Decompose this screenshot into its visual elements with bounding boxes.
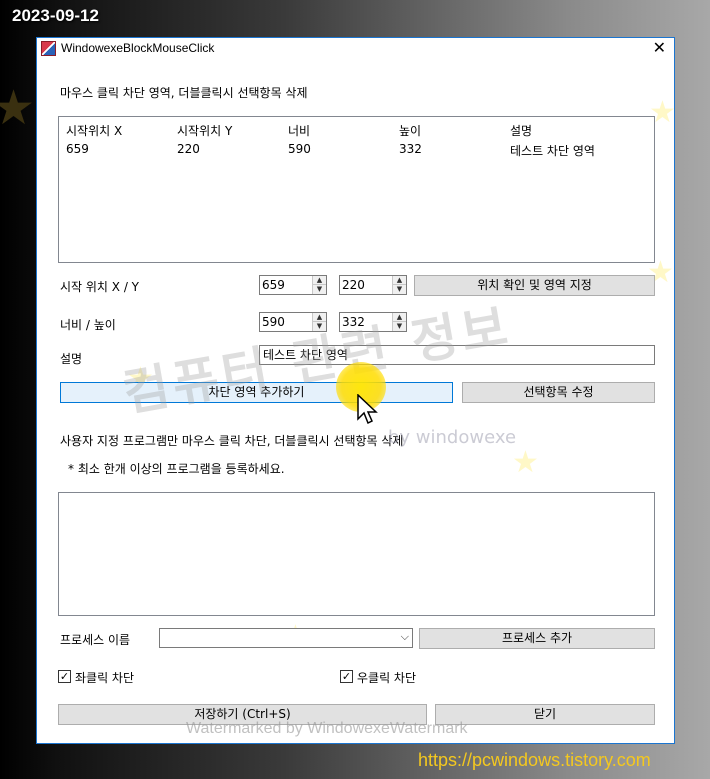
program-note: * 최소 한개 이상의 프로그램을 등록하세요.	[68, 462, 285, 476]
background-star-icon: ★	[0, 80, 36, 136]
add-process-button[interactable]: 프로세스 추가	[419, 628, 655, 649]
window-title: WindowexeBlockMouseClick	[61, 41, 215, 55]
column-header[interactable]: 설명	[510, 122, 532, 139]
table-cell[interactable]: 220	[177, 142, 200, 156]
spin-up-icon[interactable]: ▲	[313, 276, 326, 285]
spin-buttons: ▲ ▼	[392, 276, 406, 294]
column-header[interactable]: 시작위치 Y	[177, 122, 232, 139]
app-icon	[41, 41, 56, 56]
locate-area-button[interactable]: 위치 확인 및 영역 지정	[414, 275, 655, 296]
start-y-value[interactable]: 220	[342, 278, 365, 292]
table-cell[interactable]: 590	[288, 142, 311, 156]
table-cell[interactable]: 테스트 차단 영역	[510, 142, 595, 159]
close-button[interactable]: 닫기	[435, 704, 655, 725]
mouse-cursor-icon	[357, 394, 378, 425]
title-bar[interactable]: WindowexeBlockMouseClick ✕	[37, 38, 674, 59]
area-list[interactable]: 시작위치 X 시작위치 Y 너비 높이 설명 659 220 590 332 테…	[58, 116, 655, 263]
dropdown-arrow-icon[interactable]: ⌵	[401, 630, 409, 644]
watermark-bottom: Watermarked by WindowexeWatermark	[186, 720, 468, 737]
start-x-value[interactable]: 659	[262, 278, 285, 292]
date-stamp: 2023-09-12	[12, 6, 99, 25]
size-label: 너비 / 높이	[60, 318, 116, 332]
area-section-heading: 마우스 클릭 차단 영역, 더블클릭시 선택항목 삭제	[60, 86, 308, 100]
watermark-by: by windowexe	[388, 427, 517, 448]
spin-down-icon[interactable]: ▼	[313, 285, 326, 294]
column-header[interactable]: 너비	[288, 122, 310, 139]
left-click-label[interactable]: 좌클릭 차단	[75, 669, 134, 686]
process-name-combo[interactable]: ⌵	[159, 628, 413, 648]
spin-down-icon[interactable]: ▼	[393, 285, 406, 294]
site-url[interactable]: https://pcwindows.tistory.com	[418, 750, 651, 771]
start-x-spinner[interactable]: 659 ▲ ▼	[259, 275, 327, 295]
edit-selected-button[interactable]: 선택항목 수정	[462, 382, 655, 403]
description-label: 설명	[60, 352, 83, 366]
spin-up-icon[interactable]: ▲	[393, 276, 406, 285]
program-section-heading: 사용자 지정 프로그램만 마우스 클릭 차단, 더블클릭시 선택항목 삭제	[60, 434, 404, 448]
column-header[interactable]: 높이	[399, 122, 421, 139]
process-name-label: 프로세스 이름	[60, 633, 131, 647]
column-header[interactable]: 시작위치 X	[66, 122, 122, 139]
program-list[interactable]	[58, 492, 655, 616]
start-position-label: 시작 위치 X / Y	[60, 280, 140, 294]
table-cell[interactable]: 332	[399, 142, 422, 156]
right-click-label[interactable]: 우클릭 차단	[357, 669, 416, 686]
right-click-checkbox[interactable]: ✓	[340, 670, 353, 683]
close-icon[interactable]: ✕	[653, 38, 666, 57]
start-y-spinner[interactable]: 220 ▲ ▼	[339, 275, 407, 295]
left-click-checkbox[interactable]: ✓	[58, 670, 71, 683]
table-cell[interactable]: 659	[66, 142, 89, 156]
spin-buttons: ▲ ▼	[312, 276, 326, 294]
decor-star-icon: ★	[512, 445, 539, 480]
